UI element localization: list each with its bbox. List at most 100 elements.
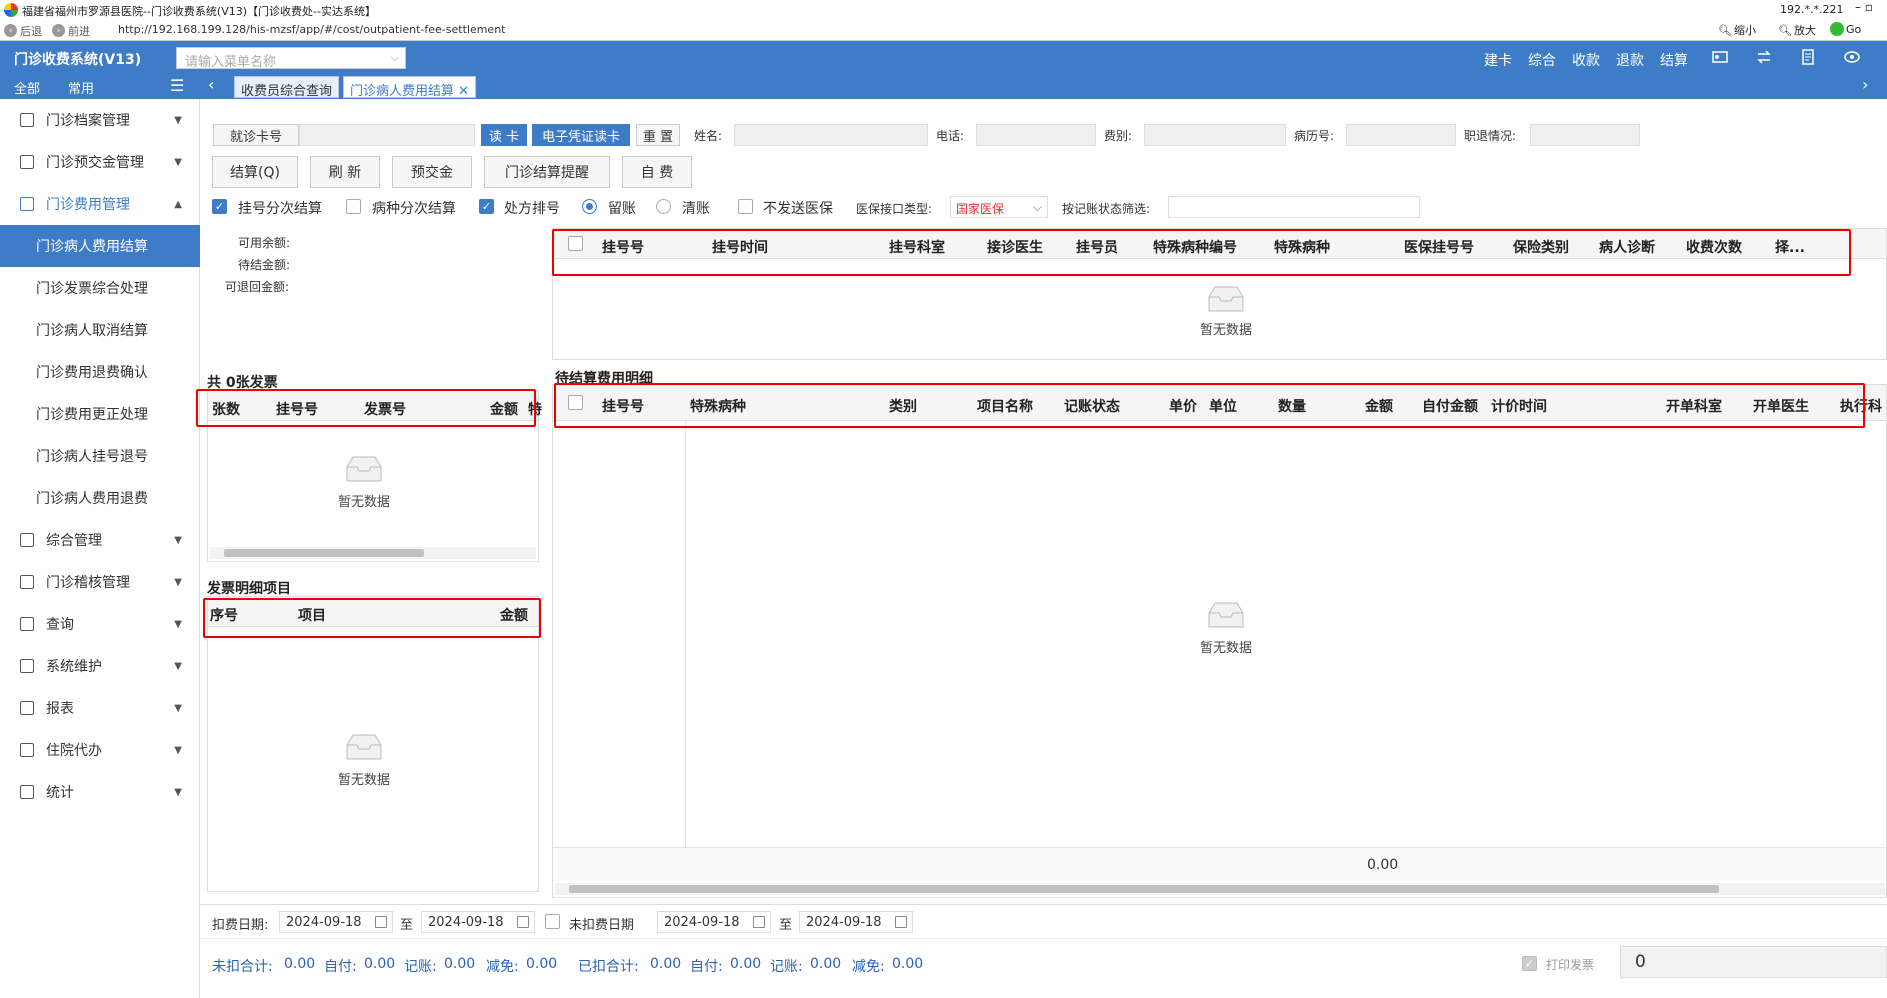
sidebar-item-audit[interactable]: 门诊稽核管理 ▼ (0, 561, 200, 603)
amount-field[interactable]: 0 (1620, 946, 1887, 978)
undeducted-to-date[interactable]: 2024-09-18 (799, 911, 913, 933)
tab-frequent[interactable]: 常用 (68, 78, 94, 97)
tab-cashier-query[interactable]: 收费员综合查询 (234, 76, 340, 99)
zoom-in-button[interactable]: 🔍︎ 放大 (1778, 22, 1816, 38)
sidebar-subitem-invoice[interactable]: 门诊发票综合处理 (0, 267, 200, 309)
sidebar-subitem-cancel-settlement[interactable]: 门诊病人取消结算 (0, 309, 200, 351)
sidebar-item-general[interactable]: 综合管理 ▼ (0, 519, 200, 561)
chevron-down-icon: ▼ (174, 114, 182, 126)
print-invoice-label: 打印发票 (1546, 958, 1595, 972)
zoom-out-button[interactable]: 🔍︎ 缩小 (1718, 22, 1756, 38)
document-icon[interactable] (1800, 49, 1816, 65)
sidebar-subitem-refund-confirm[interactable]: 门诊费用退费确认 (0, 351, 200, 393)
tab-all[interactable]: 全部 (14, 78, 41, 101)
sidebar-subitem-fee-settlement[interactable]: 门诊病人费用结算 (0, 225, 200, 267)
relief-label: 减免: (486, 959, 519, 975)
tab-scroll-left-icon[interactable]: ‹ (208, 75, 214, 94)
reg-split-checkbox[interactable]: ✓ (212, 199, 227, 214)
refundable-amount-label: 可退回金额: (225, 280, 290, 294)
no-insurance-label: 不发送医保 (763, 201, 833, 217)
back-button[interactable]: ‹ 后退 (4, 23, 42, 38)
forward-button[interactable]: › 前进 (52, 23, 90, 38)
hamburger-menu-icon[interactable]: ☰ (170, 76, 184, 95)
sidebar-item-fee-management[interactable]: 门诊费用管理 ▲ (0, 183, 200, 225)
deduct-date-label: 扣费日期: (212, 918, 269, 933)
search-icon (20, 617, 34, 631)
job-status-field[interactable] (1530, 124, 1640, 146)
empty-tray-icon (346, 734, 382, 760)
minimize-icon[interactable]: – ▫ (1855, 0, 1873, 14)
sidebar-subitem-reg-cancel[interactable]: 门诊病人挂号退号 (0, 435, 200, 477)
horizontal-scrollbar[interactable] (210, 547, 536, 559)
window-title-bar: 福建省福州市罗源县医院--门诊收费系统(V13)【门诊收费处--实达系统】 19… (0, 0, 1887, 20)
deduct-to-date[interactable]: 2024-09-18 (421, 911, 535, 933)
sidebar-item-report[interactable]: 报表 ▼ (0, 687, 200, 729)
fee-type-field[interactable] (1144, 124, 1286, 146)
refresh-button[interactable]: 刷 新 (310, 156, 380, 188)
name-field[interactable] (734, 124, 928, 146)
eye-icon[interactable] (1844, 49, 1860, 65)
read-card-button[interactable]: 读 卡 (481, 124, 527, 146)
sidebar-item-archive[interactable]: 门诊档案管理 ▼ (0, 99, 200, 141)
scrollbar-thumb[interactable] (569, 885, 1719, 893)
horizontal-scrollbar[interactable] (555, 883, 1885, 895)
insurance-type-select[interactable]: 国家医保 ⌵ (950, 196, 1048, 218)
invoice-header-highlight (196, 389, 536, 427)
undeducted-from-date[interactable]: 2024-09-18 (657, 911, 771, 933)
scrollbar-thumb[interactable] (224, 549, 424, 557)
header-link-refund[interactable]: 退款 (1616, 50, 1644, 70)
reset-button[interactable]: 重 置 (636, 124, 680, 146)
relief-value-2: 0.00 (892, 956, 924, 972)
card-number-input[interactable] (299, 124, 475, 146)
header-link-settle[interactable]: 结算 (1660, 50, 1688, 70)
undeducted-date-checkbox[interactable] (545, 914, 560, 929)
keep-account-radio[interactable] (582, 199, 597, 214)
report-icon (20, 701, 34, 715)
total-amount: 0.00 (1367, 857, 1399, 873)
close-icon[interactable]: ✕ (458, 84, 469, 99)
empty-tray-icon (346, 456, 382, 482)
sidebar-item-query[interactable]: 查询 ▼ (0, 603, 200, 645)
settle-button[interactable]: 结算(Q) (212, 156, 298, 188)
header-link-create-card[interactable]: 建卡 (1484, 50, 1512, 70)
rx-sort-checkbox[interactable]: ✓ (479, 199, 494, 214)
self-pay-button[interactable]: 自 费 (622, 156, 692, 188)
transfer-icon[interactable] (1756, 49, 1772, 65)
pending-amount-label: 待结金额: (238, 258, 291, 272)
sidebar-item-system[interactable]: 系统维护 ▼ (0, 645, 200, 687)
chevron-down-icon: ▼ (174, 618, 182, 630)
sidebar-subitem-fee-refund[interactable]: 门诊病人费用退费 (0, 477, 200, 519)
deposit-button[interactable]: 预交金 (392, 156, 472, 188)
page-tab-bar: ‹ 收费员综合查询 门诊病人费用结算 ✕ › (200, 73, 1887, 99)
bed-icon (20, 743, 34, 757)
menu-search-input[interactable]: 请输入菜单名称 ⌵ (176, 47, 406, 70)
go-button[interactable]: Go (1830, 22, 1861, 36)
id-card-icon[interactable] (1712, 49, 1728, 65)
header-link-collect[interactable]: 收款 (1572, 50, 1600, 70)
deduct-from-date[interactable]: 2024-09-18 (279, 911, 393, 933)
tab-scroll-right-icon[interactable]: › (1862, 75, 1868, 94)
chevron-down-icon: ▼ (174, 660, 182, 672)
no-insurance-checkbox[interactable] (738, 199, 753, 214)
sidebar-item-inpatient[interactable]: 住院代办 ▼ (0, 729, 200, 771)
settlement-reminder-button[interactable]: 门诊结算提醒 (484, 156, 610, 188)
clear-account-radio[interactable] (656, 199, 671, 214)
calendar-icon (517, 916, 529, 928)
status-filter-input[interactable] (1168, 196, 1420, 218)
card-type-select[interactable]: 就诊卡号 (213, 124, 299, 146)
account-label: 记账: (404, 959, 437, 975)
record-number-field[interactable] (1346, 124, 1456, 146)
sidebar-item-statistics[interactable]: 统计 ▼ (0, 771, 200, 813)
magnifier-icon: 🔍︎ (1778, 23, 1792, 37)
undeducted-total-value: 0.00 (284, 956, 316, 972)
disease-split-checkbox[interactable] (346, 199, 361, 214)
print-invoice-checkbox[interactable]: ✓ (1522, 956, 1537, 971)
phone-field[interactable] (976, 124, 1096, 146)
tab-fee-settlement[interactable]: 门诊病人费用结算 ✕ (343, 76, 477, 99)
e-voucher-read-button[interactable]: 电子凭证读卡 (532, 124, 630, 146)
sidebar-item-deposit[interactable]: 门诊预交金管理 ▼ (0, 141, 200, 183)
sidebar-subitem-fee-correction[interactable]: 门诊费用更正处理 (0, 393, 200, 435)
address-bar[interactable]: http://192.168.199.128/his-mzsf/app/#/co… (118, 23, 506, 36)
header-link-general[interactable]: 综合 (1528, 50, 1556, 70)
registration-empty-state: 暂无数据 (1200, 277, 1252, 338)
